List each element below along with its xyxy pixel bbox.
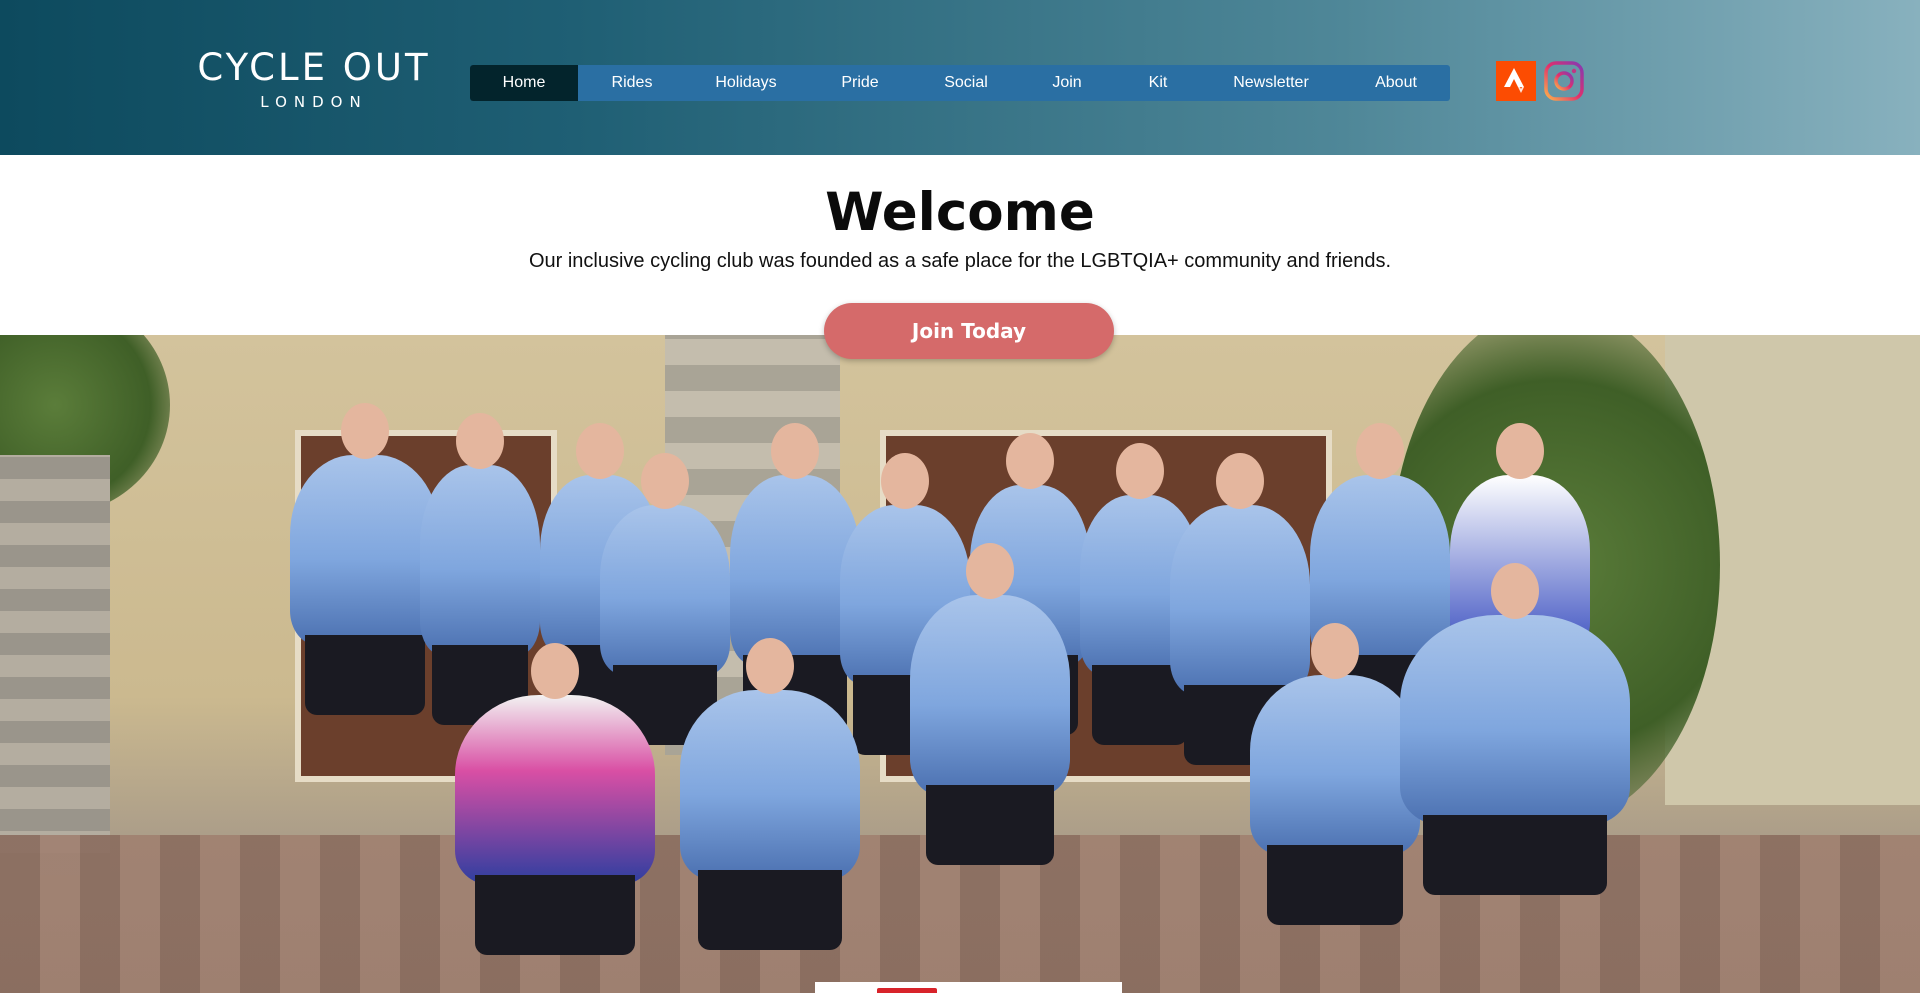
stone-wall-left bbox=[0, 455, 110, 875]
nav-item-home[interactable]: Home bbox=[470, 65, 578, 101]
strava-icon[interactable] bbox=[1496, 61, 1536, 101]
nav-item-pride[interactable]: Pride bbox=[806, 65, 914, 101]
rider bbox=[1400, 563, 1630, 895]
nav-item-rides[interactable]: Rides bbox=[578, 65, 686, 101]
welcome-description: Our inclusive cycling club was founded a… bbox=[528, 250, 1392, 272]
rider bbox=[680, 638, 860, 950]
rider bbox=[1250, 623, 1420, 925]
welcome-heading: Welcome bbox=[825, 182, 1095, 243]
hero-group-photo bbox=[0, 335, 1920, 993]
nav-item-holidays[interactable]: Holidays bbox=[686, 65, 806, 101]
rider bbox=[420, 413, 540, 725]
site-logo[interactable]: CYCLE OUT LONDON bbox=[190, 48, 438, 114]
next-section-card bbox=[815, 982, 1122, 993]
join-today-button[interactable]: Join Today bbox=[824, 303, 1114, 359]
rider bbox=[910, 543, 1070, 865]
nav-item-join[interactable]: Join bbox=[1018, 65, 1116, 101]
rider bbox=[455, 643, 655, 955]
nav-item-social[interactable]: Social bbox=[914, 65, 1018, 101]
nav-item-about[interactable]: About bbox=[1342, 65, 1450, 101]
card-accent bbox=[877, 988, 937, 993]
logo-location: LONDON bbox=[260, 93, 368, 111]
nav-item-kit[interactable]: Kit bbox=[1116, 65, 1200, 101]
rider bbox=[290, 403, 440, 715]
logo-wordmark: CYCLE OUT bbox=[197, 46, 431, 89]
nav-item-newsletter[interactable]: Newsletter bbox=[1200, 65, 1342, 101]
instagram-icon[interactable] bbox=[1544, 61, 1584, 101]
rider bbox=[1170, 453, 1310, 765]
main-navigation: Home Rides Holidays Pride Social Join Ki… bbox=[470, 65, 1450, 101]
rider bbox=[600, 453, 730, 745]
site-header: CYCLE OUT LONDON Home Rides Holidays Pri… bbox=[0, 0, 1920, 155]
